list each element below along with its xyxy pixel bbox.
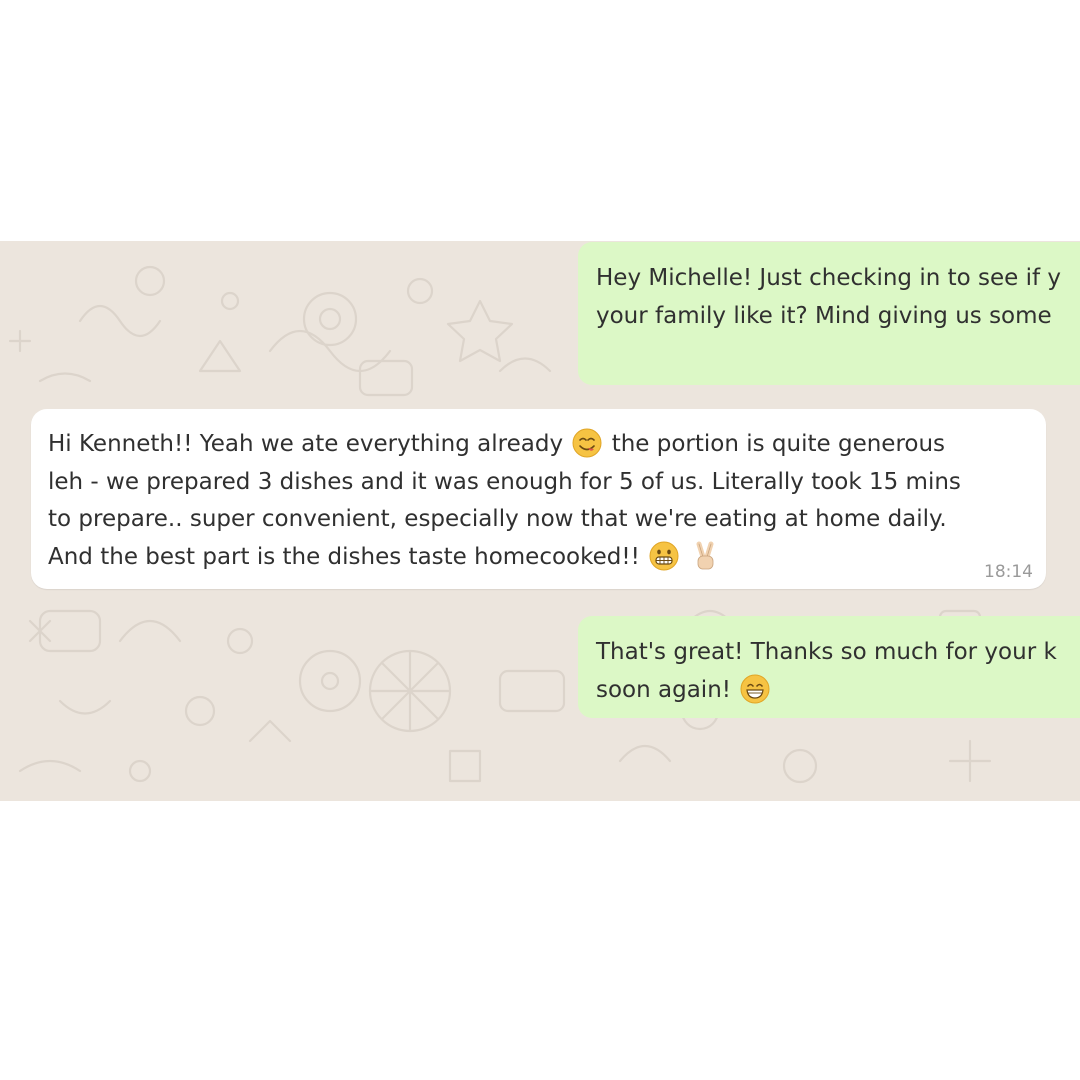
message-text: Hey Michelle! Just checking in to see if… [596,265,1062,291]
message-text: Hi Kenneth!! Yeah we ate everything alre… [48,431,564,457]
message-text: soon again! [596,676,731,703]
outgoing-message[interactable]: That's great! Thanks so much for your k … [578,616,1080,718]
message-text: your family like it? Mind giving us some [596,302,1052,329]
grimacing-face-emoji [649,541,679,570]
message-text: leh - we prepared 3 dishes and it was en… [48,468,961,495]
incoming-message[interactable]: Hi Kenneth!! Yeah we ate everything alre… [31,409,1046,589]
message-timestamp: 18:14 [984,562,1033,582]
message-text: the portion is quite generous [611,431,946,457]
outgoing-message[interactable]: Hey Michelle! Just checking in to see if… [578,242,1080,385]
message-text: to prepare.. super convenient, especiall… [48,506,947,532]
grinning-face-emoji [740,674,770,703]
yum-face-emoji [572,428,602,458]
victory-hand-emoji [696,541,714,569]
message-text: And the best part is the dishes taste ho… [48,543,640,570]
chat-area[interactable]: Hey Michelle! Just checking in to see if… [0,241,1080,801]
message-text: That's great! Thanks so much for your k [596,639,1057,665]
